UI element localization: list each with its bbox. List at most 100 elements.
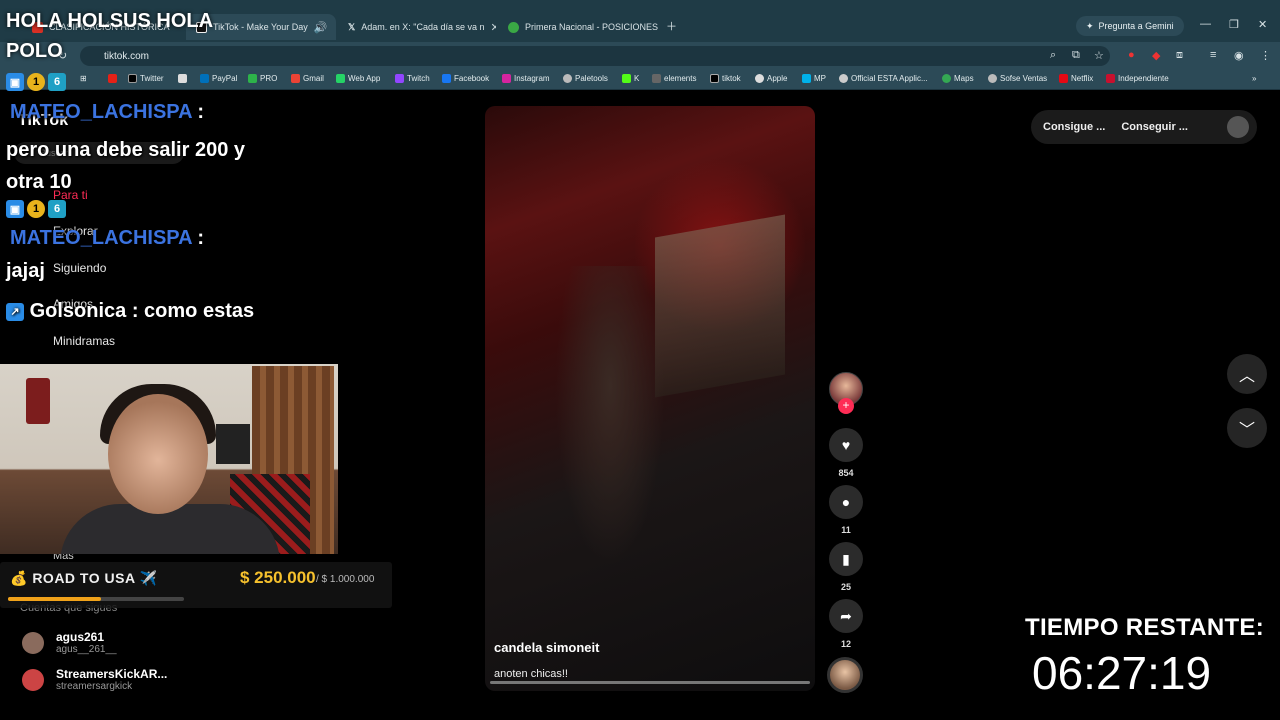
bookmark-pro[interactable]: PRO [248,74,277,83]
comment-icon[interactable]: ● [829,485,863,519]
tier-badge-icon: 6 [48,73,66,91]
x-favicon: 𝕏 [348,21,356,32]
tab-label: Primera Nacional - POSICIONES [525,22,658,32]
bookmark-netflix[interactable]: Netflix [1059,74,1093,83]
video-author[interactable]: candela simoneit [494,640,599,655]
close-window-icon[interactable]: ✕ [1258,18,1267,31]
url-field[interactable]: tiktok.com [80,46,1110,66]
heart-icon[interactable]: ♥ [829,428,863,462]
following-account[interactable]: agus261 agus__261__ [22,630,117,655]
bookmark-elements[interactable]: elements [652,74,696,83]
following-account[interactable]: StreamersKickAR... streamersargkick [22,667,167,692]
bookmark-facebook[interactable]: Facebook [442,74,489,83]
comment-count: 11 [841,525,851,535]
user-avatar[interactable] [1227,116,1249,138]
more-bookmarks-icon[interactable]: » [1252,74,1256,83]
bookmark-maps[interactable]: Maps [942,74,974,83]
tab-primera-nacional[interactable]: Primera Nacional - POSICIONES ✕ [498,14,658,40]
video-progress-bar[interactable] [490,681,810,684]
bookmark-webapp[interactable]: Web App [336,74,380,83]
comment-action[interactable]: ● 11 [829,485,863,535]
restore-icon[interactable]: ❐ [1229,18,1239,31]
extension-icon[interactable]: ● [1128,49,1135,61]
chat-username: MATEO_LACHISPA [10,227,192,249]
new-tab-icon[interactable]: ＋ [666,18,677,34]
bookmark-paypal[interactable]: PayPal [200,74,237,83]
goal-current: $ 250.000 [240,568,316,587]
webcam-shelf [216,424,250,464]
share-action[interactable]: ➦ 12 [829,599,863,649]
bookmark-tiktok[interactable]: tiktok [710,74,741,83]
star-icon[interactable]: ☆ [1094,49,1104,62]
bookmark-gmail[interactable]: Gmail [291,74,324,83]
bookmark-label: Twitch [407,74,430,83]
bookmark-label: PayPal [212,74,238,83]
bookmark-blank[interactable] [178,74,187,83]
bookmark-twitter[interactable]: Twitter [128,74,164,83]
goal-progress-fill [8,597,102,601]
save-action[interactable]: ▮ 25 [829,542,863,592]
bookmark-label: Apple [767,74,788,83]
bookmark-esta[interactable]: Official ESTA Applic... [839,74,928,83]
account-name: StreamersKickAR... [56,667,168,681]
previous-video-button[interactable]: ︿ [1227,354,1267,394]
zoom-icon[interactable]: ⌕ [1050,49,1056,62]
webcam-feed [0,364,338,554]
get-app-button[interactable]: Conseguir ... [1121,121,1188,133]
install-icon[interactable]: ⧉ [1072,49,1080,62]
sub-badge-icon: 1 [27,200,45,218]
extension-icon[interactable]: ◆ [1152,49,1160,62]
video-caption: anoten chicas!! [494,668,568,680]
bookmark-label: Netflix [1071,74,1094,83]
bookmark-icon[interactable]: ▮ [829,542,863,576]
bookmark-label: elements [664,74,697,83]
video-player[interactable] [485,106,815,691]
chat-username: Golsonica [29,300,127,322]
extensions-puzzle-icon[interactable]: ⧈ [1176,49,1183,62]
bookmark-label: Facebook [454,74,490,83]
apps-icon[interactable]: ⊞ [80,74,87,83]
bookmark-sofse[interactable]: Sofse Ventas [988,74,1047,83]
goal-progress-track [8,597,184,601]
bookmark-label: Maps [954,74,974,83]
top-right-actions: Consigue ... Conseguir ... [1031,110,1257,144]
follow-plus-icon[interactable]: + [838,398,854,414]
speaker-icon[interactable]: 🔊 [314,21,328,34]
bookmark-apple[interactable]: Apple [755,74,787,83]
chat-username: MATEO_LACHISPA [10,101,192,123]
nav-following[interactable]: Siguiendo [53,261,106,275]
avatar [22,668,44,691]
chat-message-text: como estas [144,300,255,322]
get-coins-button[interactable]: Consigue ... [1043,121,1105,133]
like-action[interactable]: ♥ 854 [829,428,863,478]
chat-message: MATEO_LACHISPA : [10,101,205,123]
overlay-headline-2: POLO [6,40,63,62]
bookmark-mp[interactable]: MP [802,74,826,83]
bookmark-twitch[interactable]: Twitch [395,74,430,83]
media-icon[interactable]: ≡ [1210,49,1216,61]
gemini-label: Pregunta a Gemini [1098,21,1174,31]
share-icon[interactable]: ➦ [829,599,863,633]
bookmark-paletools[interactable]: Paletools [563,74,608,83]
music-disc[interactable] [827,657,863,693]
account-handle: streamersargkick [56,681,133,692]
overlay-headline: HOLA HOLSUS HOLA [6,10,214,32]
tier-badge-icon: 6 [48,200,66,218]
bookmark-k[interactable]: K [622,74,639,83]
bookmark-independiente[interactable]: Independiente [1106,74,1169,83]
timer-value: 06:27:19 [1032,647,1212,699]
minimize-icon[interactable]: — [1200,18,1211,30]
next-video-button[interactable]: ﹀ [1227,408,1267,448]
goal-total: / $ 1.000.000 [316,574,375,585]
bookmark-instagram[interactable]: Instagram [502,74,550,83]
profile-icon[interactable]: ◉ [1234,49,1244,62]
nav-minidramas[interactable]: Minidramas [53,334,115,348]
bookmark-label: Sofse Ventas [1000,74,1048,83]
menu-icon[interactable]: ⋮ [1260,49,1271,62]
cube-badge-icon: ▣ [6,73,24,91]
tab-x-post[interactable]: 𝕏 Adam. en X: "Cada día se va n ✕ [338,14,496,40]
gemini-button[interactable]: ✦ Pregunta a Gemini [1076,16,1184,36]
like-count: 854 [838,468,854,478]
youtube-bookmark[interactable] [108,74,117,83]
close-tab-icon[interactable]: ✕ [491,21,496,34]
